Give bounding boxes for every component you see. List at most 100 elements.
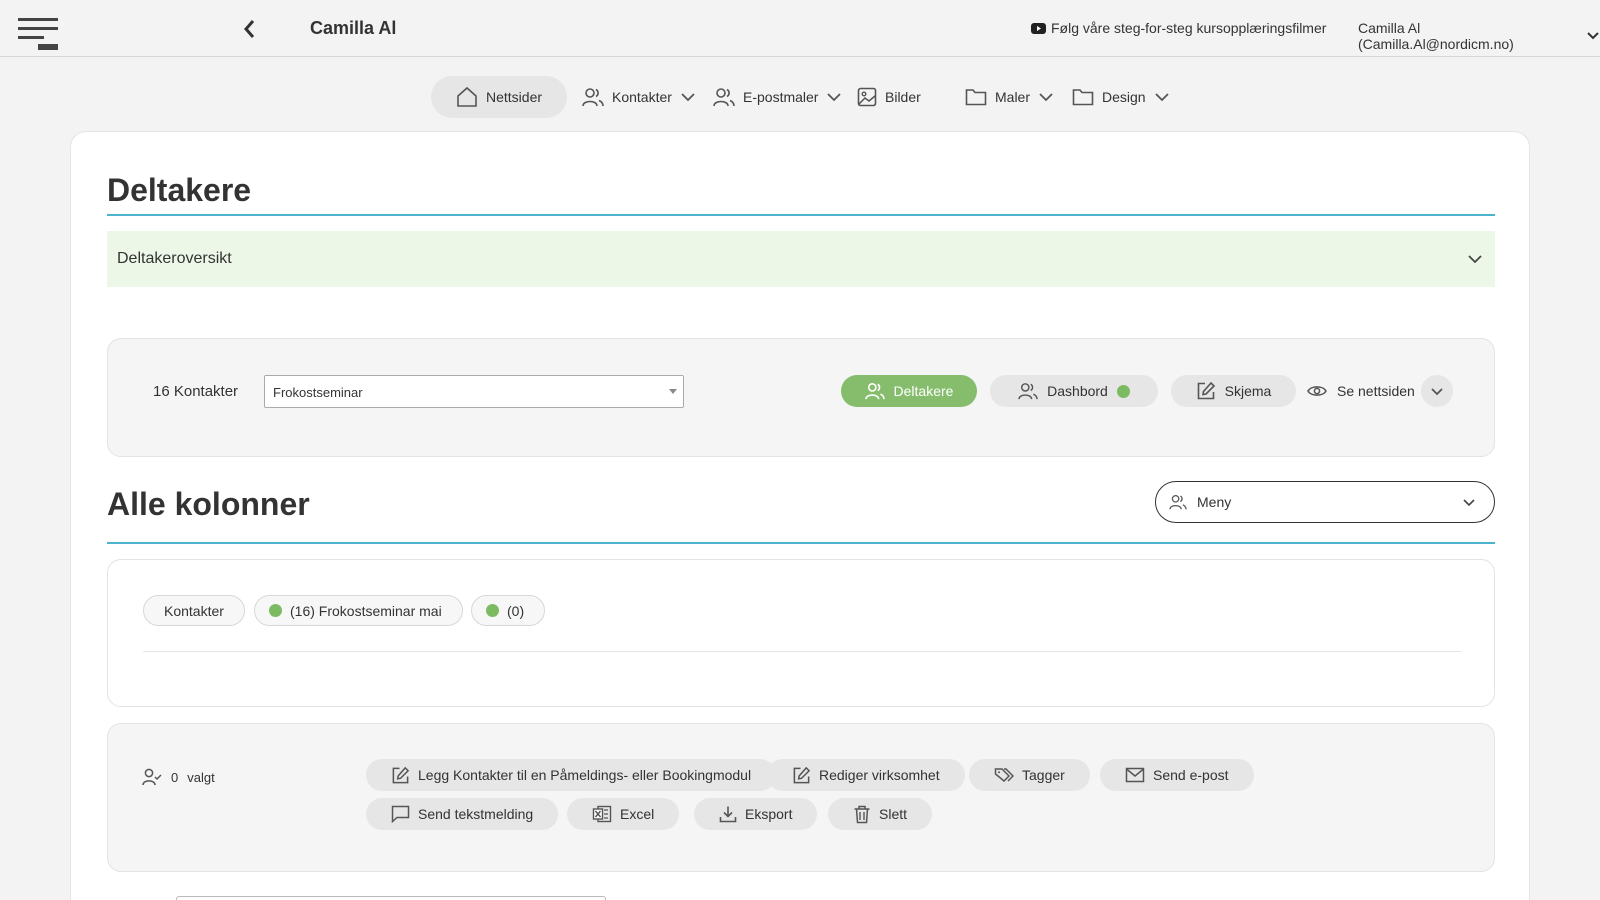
users-icon	[713, 87, 735, 107]
participants-button[interactable]: Deltakere	[841, 375, 977, 407]
bulk-actions-panel: 0 valgt Legg Kontakter til en Påmeldings…	[107, 723, 1495, 872]
columns-underline	[107, 542, 1495, 544]
event-toolbar-panel: 16 Kontakter Frokostseminar Deltakere Da…	[107, 338, 1495, 457]
send-sms-button[interactable]: Send tekstmelding	[366, 798, 559, 830]
chevron-down-icon	[680, 92, 696, 102]
excel-label: Excel	[620, 806, 655, 822]
status-dot	[486, 604, 499, 617]
eye-icon	[1307, 384, 1327, 398]
column-chip-empty[interactable]: (0)	[471, 595, 546, 626]
chip-label: (16) Frokostseminar mai	[290, 602, 442, 619]
excel-icon	[592, 805, 612, 823]
tags-label: Tagger	[1022, 767, 1065, 783]
send-email-button[interactable]: Send e-post	[1100, 759, 1254, 791]
home-icon	[456, 86, 478, 108]
nav-item-label: Kontakter	[612, 89, 672, 105]
message-icon	[391, 805, 410, 823]
participants-button-label: Deltakere	[893, 383, 954, 399]
column-chip-contacts[interactable]: Kontakter	[143, 595, 245, 626]
send-sms-label: Send tekstmelding	[418, 806, 534, 822]
title-underline	[107, 214, 1495, 216]
main-nav: Nettsider Kontakter E-postmaler Bilder M…	[0, 76, 1600, 118]
image-icon	[857, 87, 877, 107]
menu-dropdown-label: Meny	[1197, 494, 1232, 510]
nav-item-label: Maler	[995, 89, 1031, 105]
columns-title: Alle kolonner	[107, 486, 310, 522]
edit-icon	[391, 766, 410, 785]
users-icon	[1169, 494, 1187, 510]
tags-icon	[994, 767, 1014, 783]
nav-item-label: Nettsider	[486, 89, 543, 105]
selected-count: 0 valgt	[142, 768, 215, 786]
tutorial-link-label: Følg våre steg-for-steg kursopplæringsfi…	[1051, 20, 1327, 36]
dropdown-arrow-icon	[669, 389, 677, 394]
users-icon	[1018, 382, 1038, 400]
event-select[interactable]: Frokostseminar	[264, 375, 684, 408]
delete-label: Slett	[879, 806, 908, 822]
accordion-label: Deltakeroversikt	[117, 250, 232, 267]
youtube-icon	[1031, 22, 1046, 34]
nav-item-label: E-postmaler	[743, 89, 819, 105]
selected-count-label: valgt	[187, 769, 215, 785]
nav-item-design[interactable]: Design	[1072, 76, 1170, 118]
menu-dropdown[interactable]: Meny	[1155, 481, 1495, 523]
users-icon	[582, 87, 604, 107]
nav-item-maler[interactable]: Maler	[965, 76, 1054, 118]
form-button[interactable]: Skjema	[1171, 375, 1296, 407]
add-to-module-button[interactable]: Legg Kontakter til en Påmeldings- eller …	[366, 759, 777, 791]
chevron-down-icon	[1462, 498, 1476, 507]
status-dot	[1116, 384, 1130, 398]
user-check-icon	[142, 768, 162, 786]
form-button-label: Skjema	[1224, 383, 1272, 399]
edit-company-button[interactable]: Rediger virksomhet	[767, 759, 965, 791]
column-chip-event[interactable]: (16) Frokostseminar mai	[254, 595, 463, 626]
app-title: Camilla Al	[310, 18, 397, 38]
nav-item-label: Design	[1102, 89, 1146, 105]
delete-button[interactable]: Slett	[828, 798, 933, 830]
dashboard-button-label: Dashbord	[1047, 383, 1108, 399]
edit-company-label: Rediger virksomhet	[819, 767, 940, 783]
dashboard-button[interactable]: Dashbord	[990, 375, 1158, 407]
view-site-button[interactable]: Se nettsiden	[1307, 375, 1415, 407]
nav-item-label: Bilder	[885, 89, 921, 105]
users-icon	[864, 382, 885, 400]
chevron-down-icon	[1038, 92, 1054, 102]
back-chevron-icon[interactable]	[240, 18, 260, 40]
menu-icon[interactable]	[16, 16, 60, 54]
user-menu[interactable]: Camilla Al (Camilla.Al@nordicm.no)	[1358, 20, 1600, 52]
view-site-label: Se nettsiden	[1337, 383, 1415, 399]
folder-icon	[1072, 88, 1094, 106]
participant-overview-accordion[interactable]: Deltakeroversikt	[107, 231, 1495, 287]
main-card: Deltakere Deltakeroversikt 16 Kontakter …	[70, 131, 1530, 900]
search-input[interactable]	[176, 896, 606, 900]
send-email-label: Send e-post	[1153, 767, 1229, 783]
chevron-down-icon	[1586, 31, 1600, 41]
edit-icon	[1196, 381, 1216, 401]
selected-count-value: 0	[171, 769, 179, 785]
folder-icon	[965, 88, 987, 106]
add-to-module-label: Legg Kontakter til en Påmeldings- eller …	[418, 767, 752, 783]
event-select-value: Frokostseminar	[273, 385, 363, 400]
chip-label: (0)	[507, 602, 525, 619]
download-icon	[719, 805, 737, 823]
excel-button[interactable]: Excel	[567, 798, 680, 830]
export-button[interactable]: Eksport	[694, 798, 818, 830]
contact-count: 16 Kontakter	[153, 383, 239, 400]
chevron-down-icon	[1430, 387, 1444, 396]
nav-item-e-postmaler[interactable]: E-postmaler	[713, 76, 842, 118]
chevron-down-icon	[1154, 92, 1170, 102]
nav-item-kontakter[interactable]: Kontakter	[582, 76, 696, 118]
edit-icon	[792, 766, 811, 785]
nav-item-nettsider[interactable]: Nettsider	[431, 76, 568, 118]
page-title: Deltakere	[107, 172, 252, 208]
envelope-icon	[1125, 767, 1145, 783]
chip-label: Kontakter	[164, 602, 224, 619]
divider	[143, 651, 1461, 652]
tutorial-link[interactable]: Følg våre steg-for-steg kursopplæringsfi…	[1031, 20, 1326, 36]
chevron-down-icon	[1467, 254, 1483, 264]
trash-icon	[853, 805, 871, 824]
more-options-button[interactable]	[1421, 375, 1453, 407]
status-dot	[269, 604, 282, 617]
tags-button[interactable]: Tagger	[969, 759, 1090, 791]
nav-item-bilder[interactable]: Bilder	[857, 76, 921, 118]
